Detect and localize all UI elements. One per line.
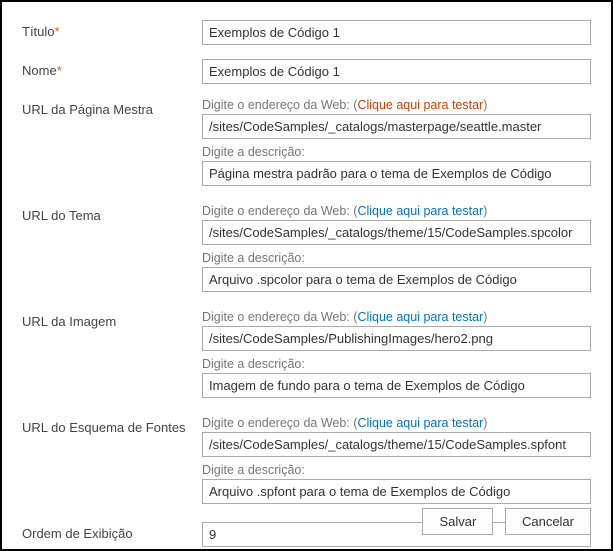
row-font-url: URL do Esquema de Fontes Digite o endere… — [22, 416, 591, 504]
label-master-url: URL da Página Mestra — [22, 98, 202, 117]
row-name: Nome* — [22, 59, 591, 84]
hint-master-desc: Digite a descrição: — [202, 145, 591, 159]
label-font-url: URL do Esquema de Fontes — [22, 416, 202, 435]
row-master-url: URL da Página Mestra Digite o endereço d… — [22, 98, 591, 186]
required-mark: * — [55, 24, 60, 39]
image-desc-input[interactable] — [202, 373, 591, 398]
test-link-image[interactable]: Clique aqui para testar — [357, 310, 483, 324]
hint-image-desc: Digite a descrição: — [202, 357, 591, 371]
label-title: Título* — [22, 20, 202, 39]
save-button[interactable]: Salvar — [422, 508, 493, 535]
theme-url-input[interactable] — [202, 220, 591, 245]
row-image-url: URL da Imagem Digite o endereço da Web: … — [22, 310, 591, 398]
row-title: Título* — [22, 20, 591, 45]
label-display-order: Ordem de Exibição — [22, 522, 202, 541]
font-url-input[interactable] — [202, 432, 591, 457]
font-desc-input[interactable] — [202, 479, 591, 504]
name-input[interactable] — [202, 59, 591, 84]
form-frame: Título* Nome* URL da Página Mestra Digit… — [0, 0, 613, 551]
required-mark: * — [57, 63, 62, 78]
label-name: Nome* — [22, 59, 202, 78]
hint-font-address: Digite o endereço da Web: (Clique aqui p… — [202, 416, 591, 430]
image-url-input[interactable] — [202, 326, 591, 351]
hint-theme-address: Digite o endereço da Web: (Clique aqui p… — [202, 204, 591, 218]
theme-desc-input[interactable] — [202, 267, 591, 292]
cancel-button[interactable]: Cancelar — [505, 508, 591, 535]
label-image-url: URL da Imagem — [22, 310, 202, 329]
hint-theme-desc: Digite a descrição: — [202, 251, 591, 265]
test-link-font[interactable]: Clique aqui para testar — [357, 416, 483, 430]
hint-master-address: Digite o endereço da Web: (Clique aqui p… — [202, 98, 591, 112]
row-theme-url: URL do Tema Digite o endereço da Web: (C… — [22, 204, 591, 292]
hint-font-desc: Digite a descrição: — [202, 463, 591, 477]
title-input[interactable] — [202, 20, 591, 45]
hint-image-address: Digite o endereço da Web: (Clique aqui p… — [202, 310, 591, 324]
master-url-input[interactable] — [202, 114, 591, 139]
label-theme-url: URL do Tema — [22, 204, 202, 223]
master-desc-input[interactable] — [202, 161, 591, 186]
test-link-theme[interactable]: Clique aqui para testar — [357, 204, 483, 218]
test-link-master[interactable]: Clique aqui para testar — [357, 98, 483, 112]
button-bar: Salvar Cancelar — [414, 508, 591, 535]
